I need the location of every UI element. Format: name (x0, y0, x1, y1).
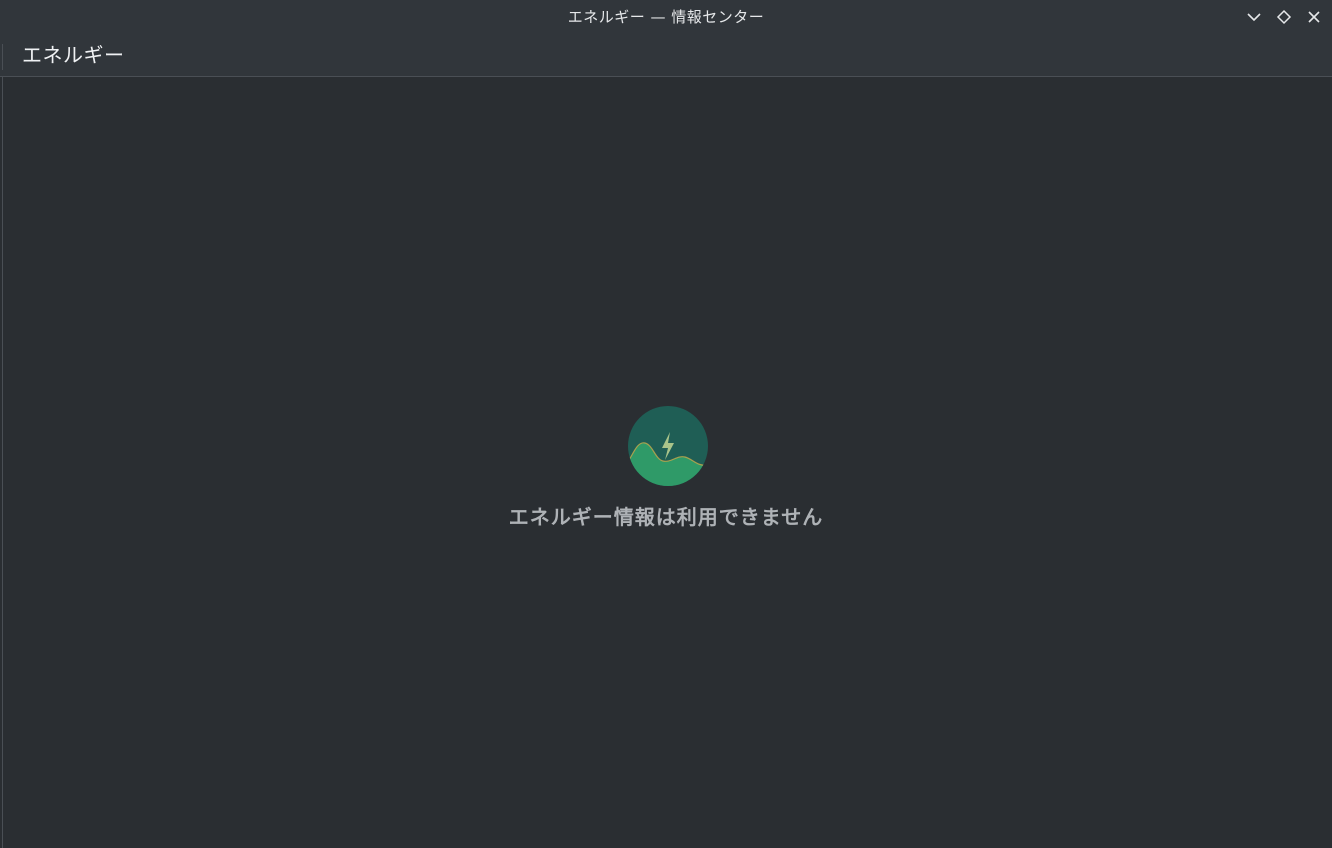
no-energy-info-message: エネルギー情報は利用できません (508, 505, 824, 529)
diamond-icon (1276, 9, 1292, 25)
window-title: エネルギー — 情報センター (567, 8, 765, 26)
chevron-down-icon (1247, 13, 1261, 22)
title-bar[interactable]: エネルギー — 情報センター (0, 0, 1332, 34)
maximize-button[interactable] (1273, 6, 1295, 28)
close-icon (1308, 11, 1320, 23)
app-window: エネルギー — 情報センター エネルギー エネルギー情報は利用できません (0, 0, 1332, 848)
minimize-button[interactable] (1243, 6, 1265, 28)
energy-icon (628, 406, 708, 486)
content-left-border (2, 77, 3, 848)
main-content: エネルギー情報は利用できません (0, 77, 1332, 848)
page-header: エネルギー (0, 34, 1332, 77)
page-title: エネルギー (22, 43, 125, 67)
close-button[interactable] (1303, 6, 1325, 28)
header-divider (2, 44, 3, 70)
